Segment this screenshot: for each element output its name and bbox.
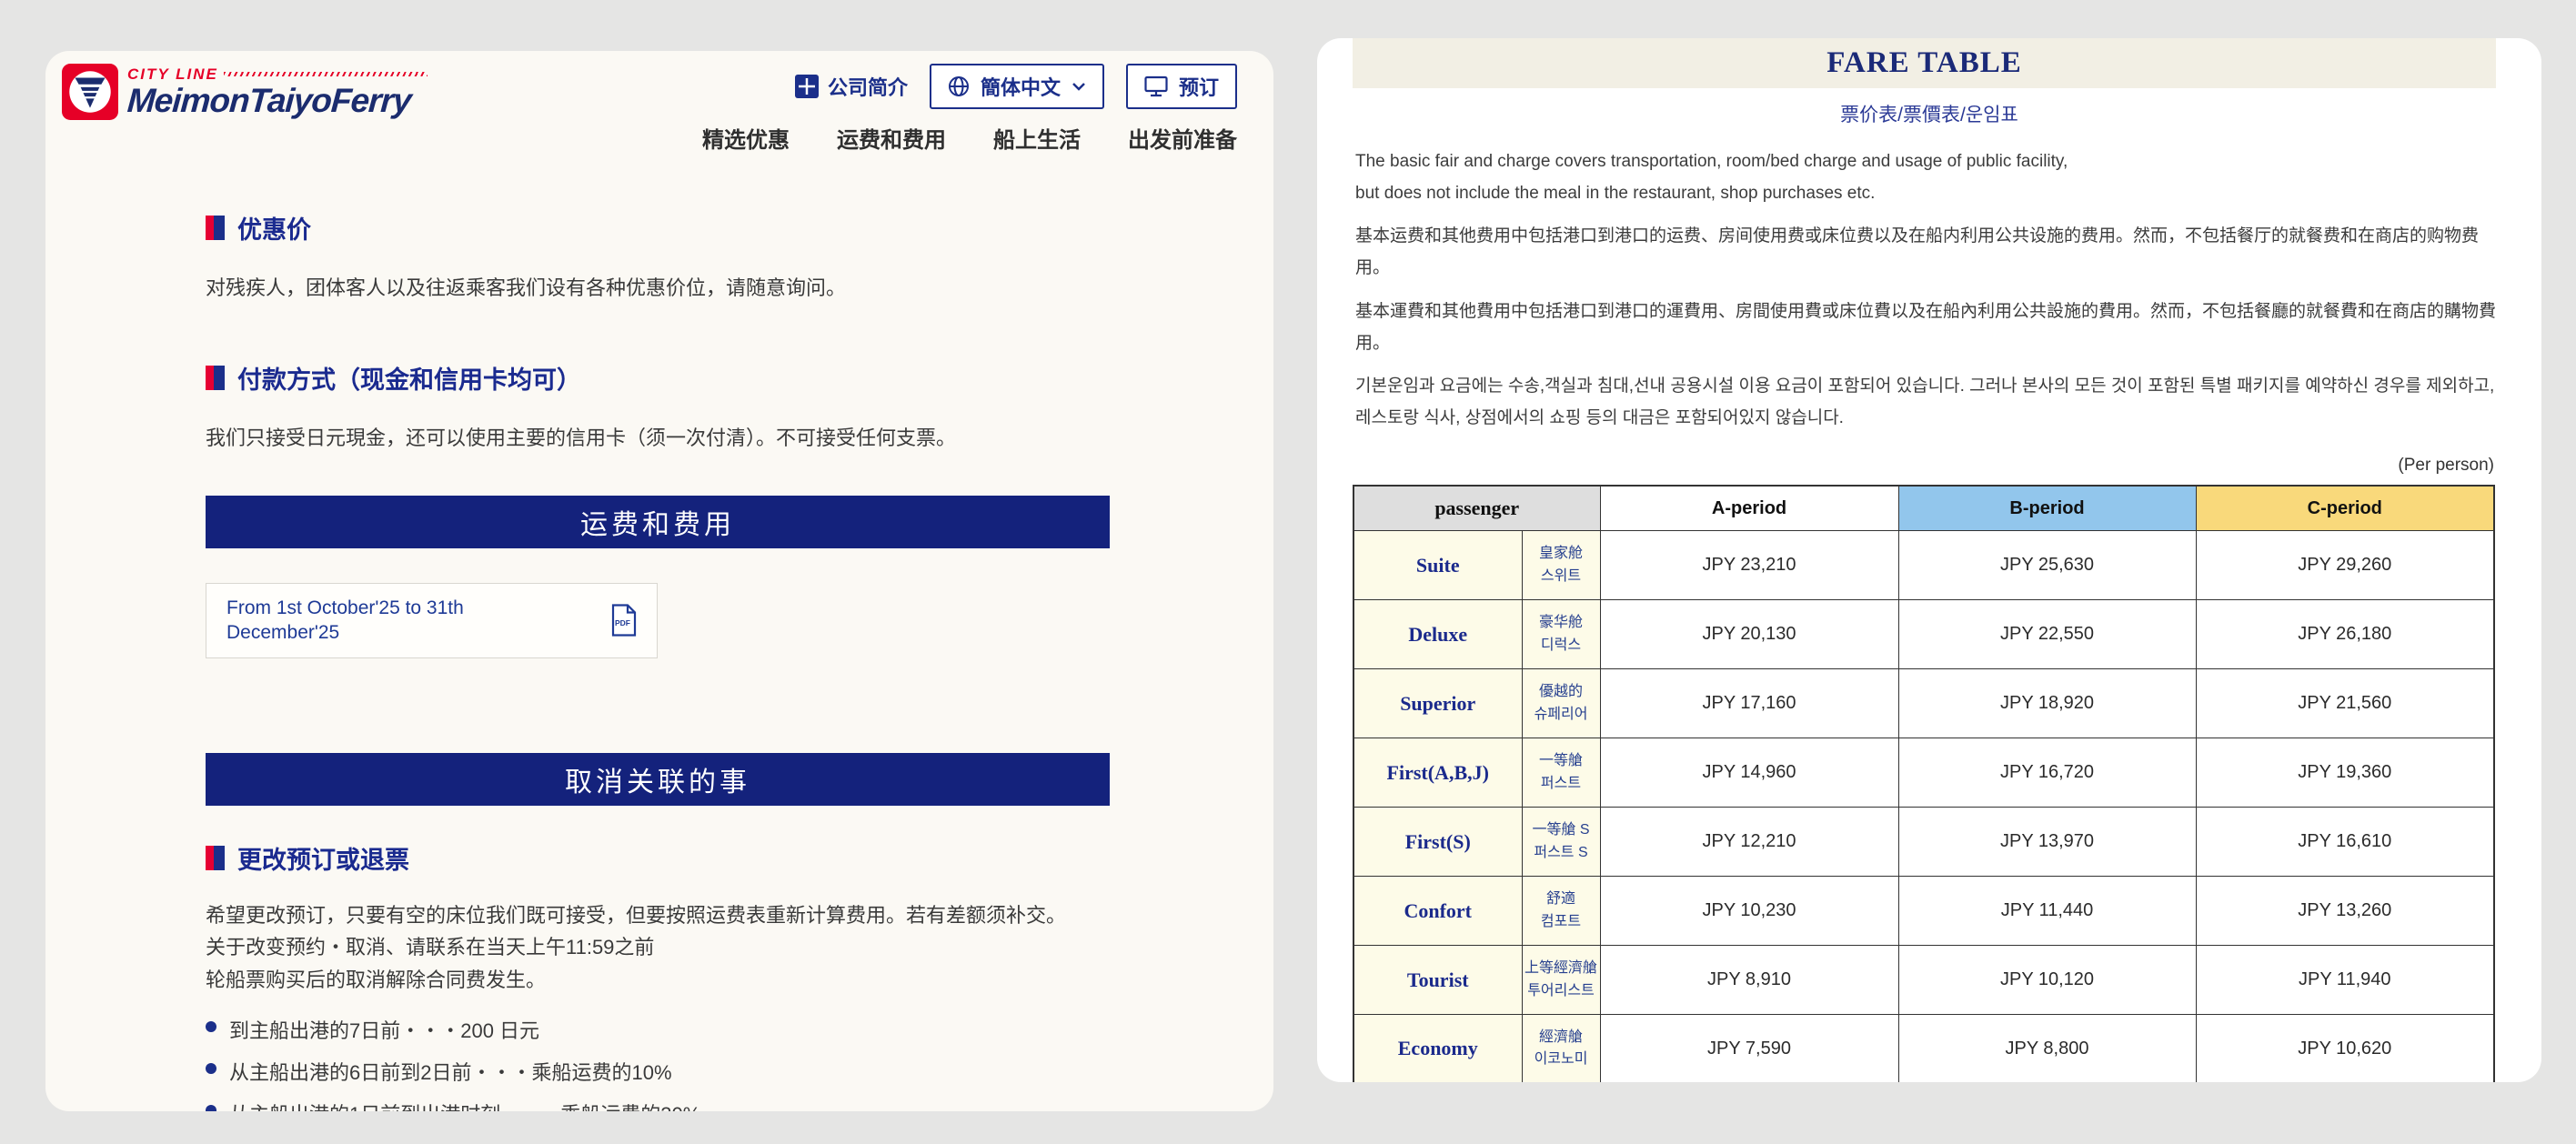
- monitor-icon: [1144, 75, 1168, 97]
- fare-table: passenger A-period B-period C-period Sui…: [1353, 485, 2495, 1082]
- utility-nav: 公司简介 簡体中文: [795, 64, 1237, 109]
- nav-item-fares[interactable]: 运费和费用: [837, 122, 946, 154]
- fare-table-banner: FARE TABLE: [1353, 38, 2496, 88]
- grid-icon: [795, 75, 819, 98]
- main-nav: 精选优惠 运费和费用 船上生活 出发前准备: [702, 122, 1237, 154]
- fare-pdf-label: From 1st October'25 to 31th December'25: [226, 596, 536, 646]
- logo-zigzag-line: [224, 72, 428, 76]
- table-row: Confort 舒適컴포트 JPY 10,230 JPY 11,440 JPY …: [1353, 877, 2494, 946]
- logo[interactable]: CITY LINE MeimonTaiyoFerry: [62, 64, 428, 120]
- language-selector[interactable]: 簡体中文: [930, 64, 1104, 109]
- table-row: Deluxe 豪华舱디럭스 JPY 20,130 JPY 22,550 JPY …: [1353, 600, 2494, 669]
- left-panel: CITY LINE MeimonTaiyoFerry: [45, 51, 1273, 1111]
- discount-body: 对残疾人，团体客人以及往返乘客我们设有各种优惠价位，请随意询问。: [206, 273, 1110, 304]
- col-header-passenger: passenger: [1353, 486, 1600, 531]
- fare-intro: The basic fair and charge covers transpo…: [1355, 146, 2503, 434]
- list-item: 到主船出港的7日前・・・200 日元: [206, 1015, 1110, 1044]
- ferry-logo-icon: [62, 64, 118, 120]
- table-row: Suite 皇家舱스위트 JPY 23,210 JPY 25,630 JPY 2…: [1353, 531, 2494, 600]
- globe-icon: [948, 75, 970, 97]
- fare-table-subtitle: 票价表/票價表/운임표: [1317, 100, 2541, 127]
- svg-text:PDF: PDF: [615, 618, 630, 627]
- site-header: CITY LINE MeimonTaiyoFerry: [45, 51, 1273, 154]
- table-row: Tourist 上等經濟艙투어리스트 JPY 8,910 JPY 10,120 …: [1353, 946, 2494, 1015]
- table-header-row: passenger A-period B-period C-period: [1353, 486, 2494, 531]
- change-paragraphs: 希望更改预订，只要有空的床位我们既可接受，但要按照运费表重新计算费用。若有差额须…: [206, 899, 1110, 997]
- change-heading: 更改预订或退票: [206, 840, 1110, 876]
- fare-pdf-link[interactable]: From 1st October'25 to 31th December'25 …: [206, 583, 658, 658]
- heading-marker-icon: [206, 846, 225, 870]
- list-item: 从主船出港的6日前到2日前・・・乘船运费的10%: [206, 1057, 1110, 1086]
- fare-table-title: FARE TABLE: [1826, 46, 2021, 80]
- nav-item-before-departure[interactable]: 出发前准备: [1128, 122, 1237, 154]
- table-row: Economy 經濟艙이코노미 JPY 7,590 JPY 8,800 JPY …: [1353, 1015, 2494, 1082]
- fares-banner: 运费和费用: [206, 496, 1110, 548]
- chevron-down-icon: [1072, 81, 1086, 92]
- table-row: Superior 優越的슈페리어 JPY 17,160 JPY 18,920 J…: [1353, 669, 2494, 738]
- col-header-a-period: A-period: [1600, 486, 1898, 531]
- nav-item-deals[interactable]: 精选优惠: [702, 122, 790, 154]
- table-row: First(S) 一等艙 S퍼스트 S JPY 12,210 JPY 13,97…: [1353, 808, 2494, 877]
- list-item: 从主船出港的1日前到出港时刻・・・乘船运费的30%: [206, 1099, 1110, 1111]
- discount-heading: 优惠价: [206, 210, 1110, 246]
- booking-button[interactable]: 预订: [1126, 64, 1237, 109]
- per-person-note: (Per person): [1317, 456, 2494, 476]
- nav-item-onboard-life[interactable]: 船上生活: [993, 122, 1081, 154]
- heading-marker-icon: [206, 366, 225, 390]
- cancel-banner: 取消关联的事: [206, 753, 1110, 806]
- right-panel: FARE TABLE 票价表/票價表/운임표 The basic fair an…: [1317, 38, 2541, 1082]
- company-info-link[interactable]: 公司简介: [795, 72, 908, 101]
- heading-marker-icon: [206, 216, 225, 240]
- col-header-b-period: B-period: [1898, 486, 2196, 531]
- payment-body: 我们只接受日元現金，还可以使用主要的信用卡（须一次付清）。不可接受任何支票。: [206, 423, 1110, 454]
- pdf-file-icon: PDF: [609, 604, 637, 637]
- col-header-c-period: C-period: [2196, 486, 2494, 531]
- page: CITY LINE MeimonTaiyoFerry: [0, 0, 2576, 1144]
- table-row: First(A,B,J) 一等艙퍼스트 JPY 14,960 JPY 16,72…: [1353, 738, 2494, 808]
- logo-cityline-text: CITY LINE: [127, 65, 218, 84]
- logo-brand-text: MeimonTaiyoFerry: [126, 84, 429, 119]
- left-content: 优惠价 对残疾人，团体客人以及往返乘客我们设有各种优惠价位，请随意询问。 付款方…: [45, 210, 1273, 1111]
- cancellation-fee-list: 到主船出港的7日前・・・200 日元 从主船出港的6日前到2日前・・・乘船运费的…: [206, 1015, 1110, 1111]
- payment-heading: 付款方式（现金和信用卡均可）: [206, 360, 1110, 396]
